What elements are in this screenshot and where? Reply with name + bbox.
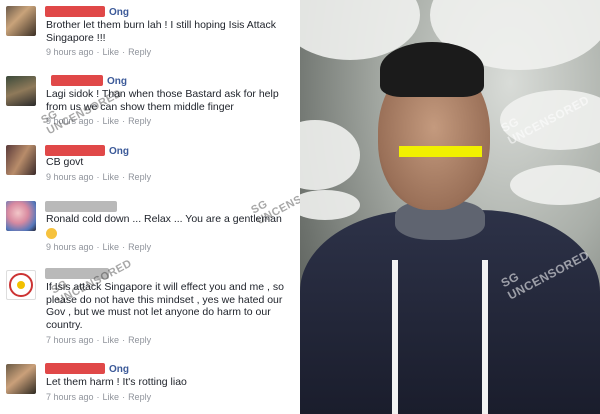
reply-link[interactable]: Reply xyxy=(128,47,151,57)
like-link[interactable]: Like xyxy=(103,172,120,182)
timestamp: 9 hours ago xyxy=(46,242,94,252)
timestamp: 7 hours ago xyxy=(46,392,94,402)
jacket xyxy=(300,210,600,414)
comment-meta: 9 hours ago · Like · Reply xyxy=(46,172,152,182)
smile-emoji-icon xyxy=(46,228,57,239)
profile-photo: SG UNCENSORED SG UNCENSORED xyxy=(300,0,600,414)
lanyard xyxy=(392,260,398,414)
ceiling-light xyxy=(510,165,600,205)
avatar[interactable] xyxy=(6,145,36,175)
like-link[interactable]: Like xyxy=(103,116,120,126)
redaction-mark xyxy=(45,201,117,212)
reply-link[interactable]: Reply xyxy=(128,392,151,402)
comment-text: Brother let them burn lah ! I still hopi… xyxy=(46,19,276,44)
avatar[interactable] xyxy=(6,6,36,36)
redaction-mark xyxy=(45,145,105,156)
eye-censor-bar xyxy=(399,146,482,157)
lanyard xyxy=(482,260,488,414)
redaction-mark xyxy=(51,75,103,86)
name-tail: Ong xyxy=(109,364,129,375)
reply-link[interactable]: Reply xyxy=(128,116,151,126)
comment-meta: 7 hours ago · Like · Reply xyxy=(46,335,152,345)
timestamp: 9 hours ago xyxy=(46,47,94,57)
comment-thread: Ong Brother let them burn lah ! I still … xyxy=(0,0,300,414)
avatar[interactable] xyxy=(6,201,36,231)
reply-link[interactable]: Reply xyxy=(128,335,151,345)
avatar[interactable] xyxy=(6,270,36,300)
ceiling-light xyxy=(300,120,360,190)
name-tail: Ong xyxy=(109,7,129,18)
comment-text: Let them harm ! It's rotting liao xyxy=(46,376,187,388)
timestamp: 9 hours ago xyxy=(46,172,94,182)
like-link[interactable]: Like xyxy=(103,47,120,57)
avatar[interactable] xyxy=(6,76,36,106)
reply-link[interactable]: Reply xyxy=(128,172,151,182)
redaction-mark xyxy=(45,6,105,17)
like-link[interactable]: Like xyxy=(103,392,120,402)
like-link[interactable]: Like xyxy=(103,335,120,345)
avatar[interactable] xyxy=(6,364,36,394)
comment-meta: 9 hours ago · Like · Reply xyxy=(46,47,152,57)
logo-icon xyxy=(9,273,33,297)
ceiling-light xyxy=(300,190,360,220)
comment-meta: 9 hours ago · Like · Reply xyxy=(46,242,152,252)
reply-link[interactable]: Reply xyxy=(128,242,151,252)
comment-text: CB govt xyxy=(46,156,84,168)
hair xyxy=(380,42,484,97)
timestamp: 7 hours ago xyxy=(46,335,94,345)
redaction-mark xyxy=(45,363,105,374)
comment-meta: 7 hours ago · Like · Reply xyxy=(46,392,152,402)
